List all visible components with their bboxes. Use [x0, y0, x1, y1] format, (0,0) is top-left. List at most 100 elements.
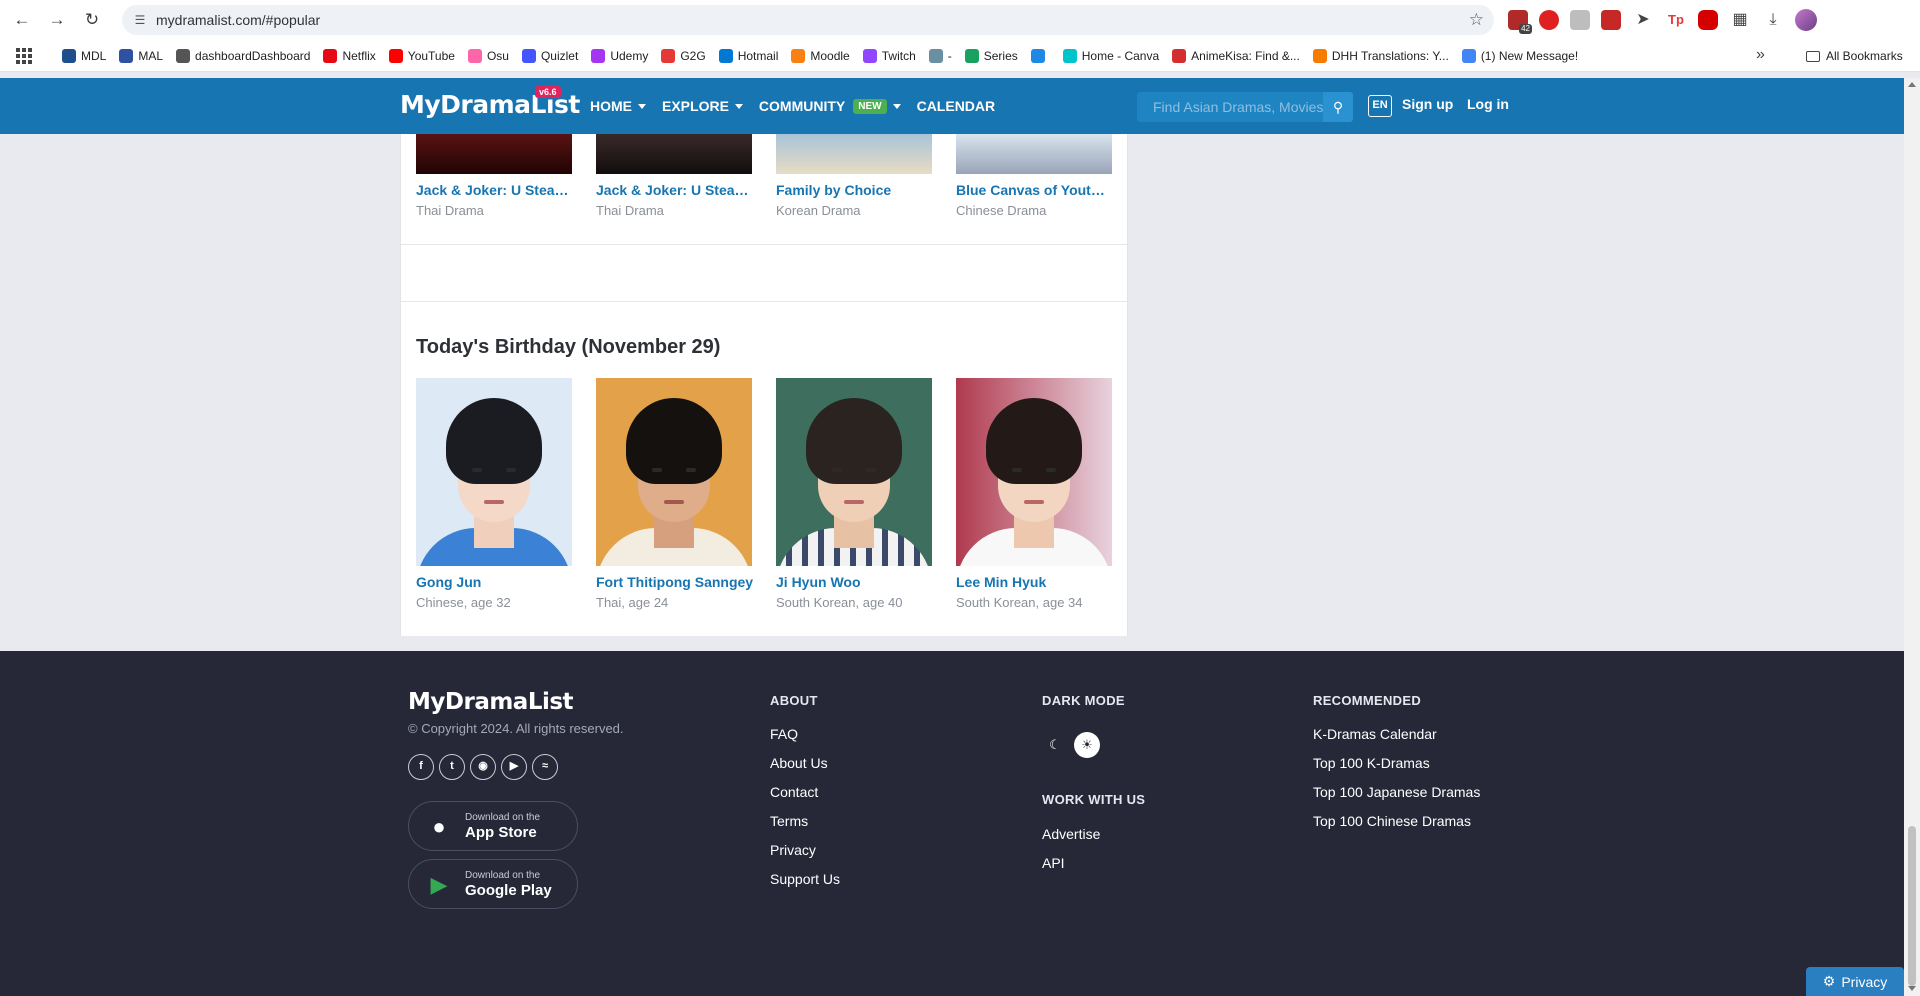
actor-photo[interactable]	[956, 378, 1112, 566]
app-store-button[interactable]: ● Download on the App Store	[408, 801, 578, 851]
bookmark-item[interactable]: Series	[964, 49, 1018, 63]
footer-link-top100-chinese[interactable]: Top 100 Chinese Dramas	[1313, 813, 1471, 829]
bookmark-label: Udemy	[610, 49, 649, 63]
drama-title-link[interactable]: Family by Choice	[776, 182, 932, 198]
extension-icon[interactable]	[1698, 10, 1718, 30]
profile-avatar[interactable]	[1795, 9, 1817, 31]
bookmark-item[interactable]: (1) New Message!	[1461, 49, 1578, 63]
bookmark-item[interactable]: MDL	[62, 49, 106, 63]
bookmark-item[interactable]: G2G	[661, 49, 706, 63]
search-input[interactable]	[1137, 92, 1323, 122]
bookmark-label: Home - Canva	[1081, 49, 1160, 63]
more-bookmarks-chevron-icon[interactable]: »	[1756, 46, 1765, 64]
bookmark-item[interactable]: Osu	[467, 49, 509, 63]
actor-photo[interactable]	[776, 378, 932, 566]
actor-name-link[interactable]: Ji Hyun Woo	[776, 574, 936, 590]
footer-link-advertise[interactable]: Advertise	[1042, 826, 1100, 842]
bookmark-item[interactable]: MAL	[119, 49, 163, 63]
google-play-button[interactable]: ▶ Download on the Google Play	[408, 859, 578, 909]
forward-arrow-icon[interactable]: →	[45, 8, 69, 32]
bookmark-item[interactable]: YouTube	[388, 49, 455, 63]
rocket-extension-icon[interactable]: ➤	[1632, 9, 1654, 31]
youtube-icon[interactable]: ▶	[501, 754, 527, 780]
page-scrollbar[interactable]	[1904, 78, 1920, 996]
bookmark-item[interactable]: Netflix	[323, 49, 376, 63]
search-button[interactable]: ⚲	[1323, 92, 1353, 122]
site-info-icon[interactable]: ☰	[132, 12, 148, 28]
actor-name-link[interactable]: Fort Thitipong Sanngey	[596, 574, 756, 590]
footer-link-top100-kdramas[interactable]: Top 100 K-Dramas	[1313, 755, 1430, 771]
actor-photo[interactable]	[416, 378, 572, 566]
address-bar[interactable]: ☰ mydramalist.com/#popular ☆	[122, 5, 1494, 35]
opera-extension-icon[interactable]	[1539, 10, 1559, 30]
footer-link-privacy[interactable]: Privacy	[770, 842, 816, 858]
bookmark-item[interactable]: Udemy	[591, 49, 648, 63]
scroll-down-arrow-icon[interactable]	[1908, 986, 1916, 991]
privacy-settings-button[interactable]: ⚙ Privacy	[1806, 967, 1904, 996]
bookmark-item[interactable]: Home - Canva	[1062, 49, 1160, 63]
drama-title-link[interactable]: Jack & Joker: U Steal My Heart!	[416, 182, 572, 198]
bookmark-item[interactable]: Hotmail	[718, 49, 778, 63]
poster-image[interactable]	[596, 134, 752, 174]
all-bookmarks-label: All Bookmarks	[1826, 49, 1903, 63]
footer-link-terms[interactable]: Terms	[770, 813, 808, 829]
bookmark-label: MDL	[81, 49, 107, 63]
footer-link-support-us[interactable]: Support Us	[770, 871, 840, 887]
signup-link[interactable]: Sign up	[1402, 96, 1453, 112]
actor-name-link[interactable]: Lee Min Hyuk	[956, 574, 1116, 590]
footer-link-kdramas-calendar[interactable]: K-Dramas Calendar	[1313, 726, 1437, 742]
bookmark-favicon-icon	[1461, 49, 1476, 63]
bookmark-item[interactable]: Quizlet	[521, 49, 578, 63]
drama-title-link[interactable]: Jack & Joker: U Steal My Heart!	[596, 182, 752, 198]
drama-title-link[interactable]: Blue Canvas of Youthful Days	[956, 182, 1112, 198]
scrollbar-thumb[interactable]	[1908, 826, 1916, 986]
facebook-icon[interactable]: f	[408, 754, 434, 780]
poster-image[interactable]	[956, 134, 1112, 174]
footer-link-about-us[interactable]: About Us	[770, 755, 828, 771]
bookmark-item[interactable]: dashboardDashboard	[176, 49, 310, 63]
actor-photo[interactable]	[596, 378, 752, 566]
actor-name-link[interactable]: Gong Jun	[416, 574, 576, 590]
footer-link-contact[interactable]: Contact	[770, 784, 818, 800]
bookmark-favicon-icon	[928, 49, 943, 63]
sun-icon[interactable]: ☀	[1074, 732, 1100, 758]
instagram-icon[interactable]: ◉	[470, 754, 496, 780]
bookmark-item[interactable]: -	[928, 49, 952, 63]
bookmark-label: Osu	[486, 49, 509, 63]
bookmark-item[interactable]: AnimeKisa: Find &...	[1172, 49, 1300, 63]
footer-link-faq[interactable]: FAQ	[770, 726, 798, 742]
puzzle-extensions-icon[interactable]: ▦	[1729, 9, 1751, 31]
url-text[interactable]: mydramalist.com/#popular	[156, 5, 320, 35]
language-button[interactable]: EN	[1368, 95, 1392, 117]
scroll-up-arrow-icon[interactable]	[1908, 82, 1916, 87]
bookmark-item[interactable]: Moodle	[791, 49, 850, 63]
tp-extension-icon[interactable]: Tp	[1665, 9, 1687, 31]
reload-icon[interactable]: ↻	[80, 8, 104, 32]
extension-icon[interactable]: 42	[1508, 10, 1532, 34]
bookmarks-bar: MDL MAL dashboardDashboard Netflix YouTube Os…	[0, 40, 1920, 72]
login-link[interactable]: Log in	[1467, 96, 1509, 112]
site-footer: MyDramaList © Copyright 2024. All rights…	[0, 651, 1904, 996]
bookmark-item[interactable]	[1030, 49, 1050, 63]
bookmark-item[interactable]: Twitch	[862, 49, 916, 63]
apps-grid-icon[interactable]	[16, 48, 32, 64]
footer-link-api[interactable]: API	[1042, 855, 1065, 871]
back-arrow-icon[interactable]: ←	[10, 8, 34, 32]
footer-link-top100-japanese[interactable]: Top 100 Japanese Dramas	[1313, 784, 1480, 800]
moon-icon[interactable]: ☾	[1042, 732, 1068, 758]
twitter-icon[interactable]: t	[439, 754, 465, 780]
nav-home[interactable]: HOME	[590, 98, 646, 114]
nav-explore[interactable]: EXPLORE	[662, 98, 743, 114]
nav-community[interactable]: COMMUNITY NEW	[759, 98, 901, 114]
all-bookmarks-button[interactable]: All Bookmarks	[1806, 40, 1903, 72]
poster-image[interactable]	[416, 134, 572, 174]
bookmark-star-icon[interactable]: ☆	[1469, 10, 1484, 30]
rss-icon[interactable]: ≈	[532, 754, 558, 780]
download-icon[interactable]: ⤓	[1762, 9, 1784, 31]
extension-icon[interactable]	[1570, 10, 1590, 30]
bookmark-item[interactable]: DHH Translations: Y...	[1312, 49, 1449, 63]
nav-calendar[interactable]: CALENDAR	[917, 98, 996, 114]
footer-logo[interactable]: MyDramaList	[408, 689, 574, 715]
poster-image[interactable]	[776, 134, 932, 174]
extension-icon[interactable]	[1601, 10, 1621, 30]
